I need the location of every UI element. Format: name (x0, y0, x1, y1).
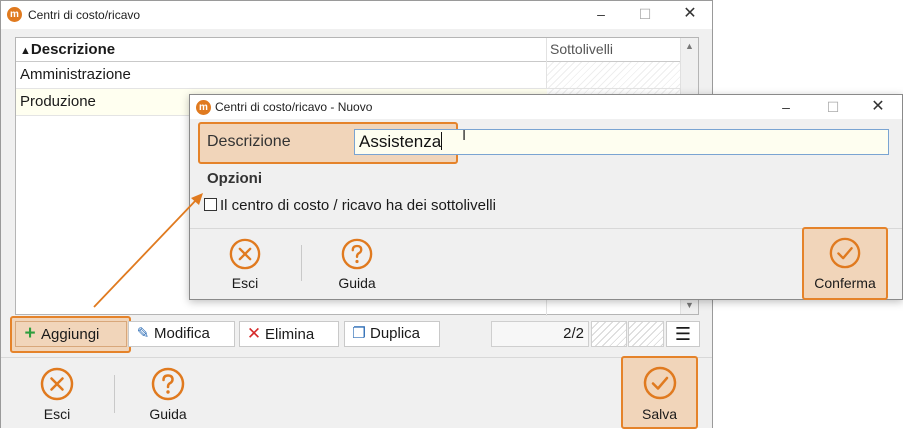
plus-icon: + (24, 323, 36, 344)
minimize-icon[interactable]: – (776, 97, 796, 117)
dialog-exit-button[interactable]: Esci (205, 238, 285, 291)
close-circle-icon (229, 238, 261, 270)
minimize-icon[interactable]: – (591, 4, 611, 24)
footer-separator (114, 375, 115, 413)
help-circle-icon (151, 367, 185, 401)
new-cost-center-dialog: m Centri di costo/ricavo - Nuovo – ☐ ✕ D… (189, 94, 903, 300)
options-title: Opzioni (207, 170, 262, 187)
maximize-icon[interactable]: ☐ (823, 97, 843, 117)
column-header-descrizione[interactable]: ▲Descrizione (20, 41, 115, 58)
app-logo-icon: m (196, 100, 211, 115)
save-label: Salva (641, 406, 678, 422)
confirm-button[interactable]: Conferma (802, 227, 888, 300)
table-row[interactable]: Amministrazione (16, 62, 682, 89)
dialog-exit-label: Esci (231, 275, 259, 291)
help-button[interactable]: Guida (128, 367, 208, 422)
edit-button[interactable]: ✎ Modifica (128, 321, 235, 347)
help-circle-icon (341, 238, 373, 270)
save-button[interactable]: Salva (621, 356, 698, 429)
copy-icon: ❐ (352, 325, 366, 342)
main-footer: Esci Guida Salva (1, 356, 712, 429)
close-circle-icon (40, 367, 74, 401)
column-header-sottolivelli[interactable]: Sottolivelli (550, 41, 613, 57)
check-circle-icon (829, 237, 861, 269)
check-circle-icon (643, 366, 676, 400)
main-window-title: Centri di costo/ricavo (28, 8, 141, 22)
duplicate-button[interactable]: ❐ Duplica (344, 321, 440, 347)
record-counter: 2/2 (491, 321, 589, 347)
row-sublevels-cell (547, 62, 682, 88)
dialog-footer-separator (301, 245, 302, 281)
app-logo-icon: m (7, 7, 22, 22)
edit-icon: ✎ (136, 325, 150, 342)
dialog-help-button[interactable]: Guida (317, 238, 397, 291)
close-icon[interactable]: ✕ (868, 97, 888, 117)
confirm-label: Conferma (814, 275, 876, 291)
text-caret (441, 132, 443, 150)
checkbox-icon[interactable] (204, 198, 217, 211)
text-cursor-icon: I (462, 127, 467, 144)
has-sublevels-label: Il centro di costo / ricavo ha dei sotto… (220, 197, 496, 214)
maximize-icon[interactable]: ☐ (635, 4, 655, 24)
add-button[interactable]: + Aggiungi (15, 321, 127, 347)
dialog-footer: Esci Guida Conferma (190, 227, 902, 300)
nav-previous-button[interactable] (591, 321, 627, 347)
main-titlebar: m Centri di costo/ricavo – ☐ ✕ (1, 1, 712, 29)
exit-label: Esci (43, 406, 71, 422)
scroll-up-icon[interactable]: ▲ (681, 38, 698, 55)
help-label: Guida (149, 406, 187, 422)
x-icon: ✕ (246, 324, 262, 343)
dialog-title: Centri di costo/ricavo - Nuovo (215, 100, 373, 114)
description-value: Assistenza (359, 132, 442, 151)
table-header: ▲Descrizione Sottolivelli (16, 38, 682, 62)
hamburger-menu-icon[interactable]: ☰ (666, 321, 700, 347)
nav-next-button[interactable] (628, 321, 664, 347)
description-label: Descrizione (207, 133, 291, 150)
row-description: Amministrazione (20, 66, 131, 83)
has-sublevels-checkbox[interactable]: Il centro di costo / ricavo ha dei sotto… (204, 197, 496, 214)
dialog-titlebar: m Centri di costo/ricavo - Nuovo – ☐ ✕ (190, 95, 902, 119)
exit-button[interactable]: Esci (17, 367, 97, 422)
sort-ascending-icon: ▲ (20, 45, 31, 57)
description-input[interactable]: Assistenza (354, 129, 889, 155)
close-icon[interactable]: ✕ (680, 4, 700, 24)
delete-button[interactable]: ✕ Elimina (239, 321, 339, 347)
dialog-help-label: Guida (338, 275, 376, 291)
row-description: Produzione (20, 93, 96, 110)
